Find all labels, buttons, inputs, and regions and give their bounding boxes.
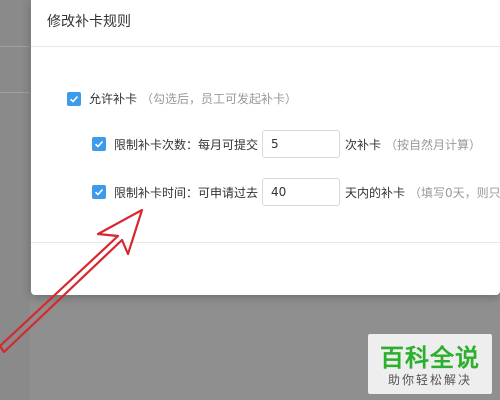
allow-makeup-row: 允许补卡 （勾选后，员工可发起补卡） (67, 90, 297, 107)
footer-divider (31, 242, 500, 243)
limit-time-label: 限制补卡时间： (114, 185, 199, 200)
limit-count-row: 限制补卡次数： 每月可提交 5 次补卡 （按自然月计算） (92, 130, 481, 158)
limit-count-hint: （按自然月计算） (385, 137, 482, 152)
allow-makeup-hint: （勾选后，员工可发起补卡） (141, 92, 298, 106)
limit-count-prefix: 每月可提交 (198, 137, 259, 152)
limit-count-input[interactable]: 5 (262, 130, 341, 158)
limit-time-unit: 天内的补卡 (345, 185, 406, 200)
edit-rule-dialog: 修改补卡规则 允许补卡 （勾选后，员工可发起补卡） 限制补卡次数： 每月可提交 … (31, 0, 500, 295)
header-divider (31, 46, 500, 47)
dialog-title: 修改补卡规则 (47, 14, 131, 30)
watermark-logo: 百科全说 助你轻松解决 (368, 334, 492, 394)
check-icon (69, 95, 79, 103)
limit-time-input[interactable]: 40 (262, 178, 341, 206)
allow-makeup-checkbox[interactable] (67, 91, 81, 106)
limit-time-prefix: 可申请过去 (198, 185, 259, 200)
background-divider (0, 92, 30, 93)
limit-time-checkbox[interactable] (92, 185, 106, 199)
limit-count-checkbox[interactable] (92, 137, 106, 151)
limit-count-unit: 次补卡 (345, 137, 382, 152)
watermark-subtitle: 助你轻松解决 (387, 373, 472, 387)
limit-count-label: 限制补卡次数： (114, 137, 199, 152)
watermark-title: 百科全说 (380, 344, 480, 372)
allow-makeup-label: 允许补卡 (89, 92, 138, 106)
check-icon (94, 188, 104, 196)
check-icon (94, 140, 104, 148)
background-divider (0, 46, 30, 47)
limit-time-hint: （填写0天，则只 (409, 185, 500, 200)
background-app (0, 0, 30, 400)
limit-time-row: 限制补卡时间： 可申请过去 40 天内的补卡 （填写0天，则只 (92, 178, 500, 206)
